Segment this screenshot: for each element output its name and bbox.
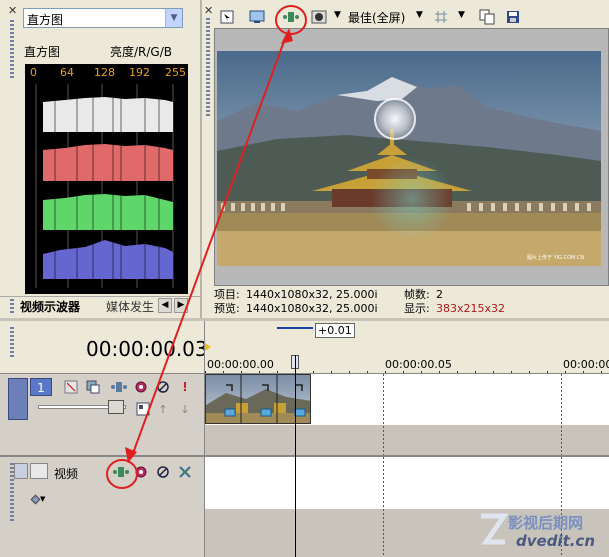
annotation-circle-toolbar: [275, 5, 307, 35]
site-watermark: 影视后期网 dvedit.cn: [478, 508, 608, 554]
annotation-circle-track: [106, 459, 138, 489]
annotation-arrowhead-top: [281, 28, 293, 44]
watermark-en: dvedit.cn: [516, 532, 596, 550]
z-logo-icon: [481, 513, 508, 545]
watermark-cn: 影视后期网: [508, 514, 584, 532]
annotation-overlay: [106, 5, 307, 489]
annotation-arrow-line: [131, 35, 287, 457]
